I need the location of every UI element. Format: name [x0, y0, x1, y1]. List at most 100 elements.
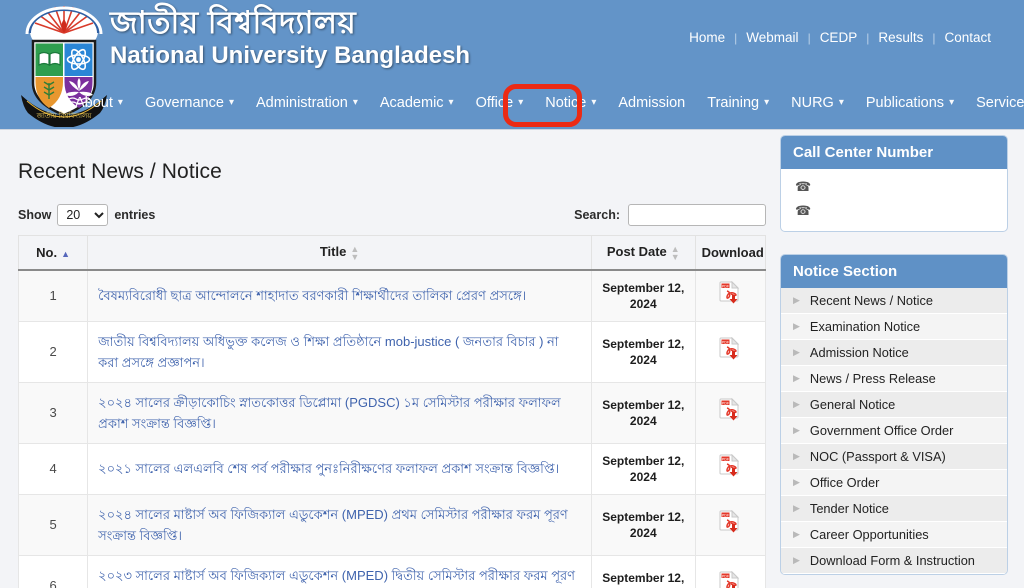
pdf-download-icon[interactable]: PDF	[719, 398, 741, 422]
nav-label: Publications	[865, 95, 945, 111]
notice-section-item[interactable]: ▶ Tender Notice	[781, 496, 1007, 522]
site-header: জাতীয় বিশ্ববিদ্যালয় জাতীয় বিশ্ববিদ্যা…	[0, 0, 1024, 130]
chevron-right-icon: ▶	[793, 451, 800, 461]
nav-item-about[interactable]: About ▾	[64, 89, 134, 117]
svg-text:PDF: PDF	[722, 457, 730, 461]
top-link-webmail[interactable]: Webmail	[737, 30, 807, 45]
row-download-cell[interactable]: PDF	[694, 442, 767, 495]
row-number: 1	[17, 269, 89, 322]
chevron-down-icon: ▾	[518, 97, 524, 108]
column-header-download[interactable]: Download	[694, 234, 767, 271]
notice-section-item[interactable]: ▶ Recent News / Notice	[781, 288, 1007, 314]
pdf-download-icon[interactable]: PDF	[719, 281, 741, 305]
svg-text:PDF: PDF	[722, 401, 730, 405]
table-controls: Show 102050100 entries Search:	[18, 204, 766, 226]
notice-table-body: 1 বৈষম্যবিরোধী ছাত্র আন্দোলনে শাহাদাত বরণ…	[17, 269, 767, 588]
notice-section-item-label: Examination Notice	[809, 319, 921, 334]
notice-section-item[interactable]: ▶ NOC (Passport & VISA)	[781, 444, 1007, 470]
notice-title-link[interactable]: ২০২৩ সালের মাষ্টার্স অব ফিজিক্যাল এডুকেশ…	[98, 568, 575, 588]
call-center-phone-row[interactable]: ☎	[781, 199, 1007, 223]
page-title: Recent News / Notice	[18, 160, 222, 183]
nav-item-administration[interactable]: Administration ▾	[245, 89, 369, 117]
row-number: 5	[17, 493, 89, 556]
right-sidebar: Call Center Number ☎ ☎ Notice Section ▶ R…	[780, 135, 1008, 588]
chevron-right-icon: ▶	[793, 295, 800, 305]
nav-label: Services	[976, 95, 1024, 111]
nav-item-governance[interactable]: Governance ▾	[134, 89, 245, 117]
pdf-download-icon[interactable]: PDF	[719, 337, 741, 361]
pdf-download-icon[interactable]: PDF	[719, 510, 741, 534]
row-download-cell[interactable]: PDF	[694, 554, 767, 588]
nav-item-nurg[interactable]: NURG ▾	[780, 89, 855, 117]
main-content-column: Recent News / Notice Show 102050100 entr…	[17, 160, 767, 588]
chevron-down-icon: ▾	[352, 97, 358, 108]
chevron-right-icon: ▶	[793, 555, 800, 565]
notice-title-link[interactable]: ২০২৪ সালের মাষ্টার্স অব ফিজিক্যাল এডুকেশ…	[98, 507, 568, 543]
row-post-date: September 12, 2024	[590, 493, 696, 556]
search-control: Search:	[574, 204, 766, 226]
row-title-cell: ২০২১ সালের এলএলবি শেষ পর্ব পরীক্ষার পুনঃ…	[87, 442, 592, 495]
notice-title-link[interactable]: ২০২১ সালের এলএলবি শেষ পর্ব পরীক্ষার পুনঃ…	[98, 461, 559, 476]
search-input[interactable]	[628, 204, 766, 226]
pdf-download-icon[interactable]: PDF	[719, 454, 741, 478]
notice-section-item[interactable]: ▶ Office Order	[781, 470, 1007, 496]
notice-section-item-label: General Notice	[809, 397, 896, 412]
row-download-cell[interactable]: PDF	[694, 320, 767, 383]
column-header-title[interactable]: Title ▲ ▼	[87, 234, 592, 271]
table-header-row: No. ▲ Title ▲ ▼ Post Date ▲ ▼ Download	[17, 234, 767, 271]
column-label: No.	[36, 244, 58, 260]
row-download-cell[interactable]: PDF	[694, 381, 767, 444]
notice-section-item[interactable]: ▶ Examination Notice	[781, 314, 1007, 340]
notice-section-item[interactable]: ▶ General Notice	[781, 392, 1007, 418]
column-header-post-date[interactable]: Post Date ▲ ▼	[590, 234, 696, 271]
notice-section-item-label: Government Office Order	[809, 423, 954, 438]
nav-label: Office	[475, 95, 514, 111]
nav-item-office[interactable]: Office ▾	[465, 89, 535, 117]
notice-title-link[interactable]: জাতীয় বিশ্ববিদ্যালয় অধিভুক্ত কলেজ ও শি…	[98, 334, 558, 370]
top-link-cedp[interactable]: CEDP	[811, 30, 867, 45]
column-label: Post Date	[606, 244, 667, 259]
row-post-date: September 12, 2024	[590, 269, 696, 322]
entries-select[interactable]: 102050100	[57, 204, 109, 226]
row-number: 3	[17, 381, 89, 444]
top-link-contact[interactable]: Contact	[935, 30, 1000, 45]
table-row: 1 বৈষম্যবিরোধী ছাত্র আন্দোলনে শাহাদাত বরণ…	[17, 269, 767, 322]
column-header-no[interactable]: No. ▲	[17, 234, 89, 271]
chevron-right-icon: ▶	[793, 373, 800, 383]
notice-title-link[interactable]: ২০২৪ সালের ক্রীড়াকোচিং স্নাতকোত্তর ডিপ্…	[98, 395, 561, 431]
page-body: Recent News / Notice Show 102050100 entr…	[0, 130, 1024, 588]
chevron-right-icon: ▶	[793, 425, 800, 435]
main-navigation: About ▾ Governance ▾ Administration ▾ Ac…	[64, 89, 1024, 117]
notice-table: No. ▲ Title ▲ ▼ Post Date ▲ ▼ Download 1 বৈষম্…	[17, 234, 767, 588]
chevron-right-icon: ▶	[793, 399, 800, 409]
notice-section-item[interactable]: ▶ Admission Notice	[781, 340, 1007, 366]
notice-section-item-label: News / Press Release	[809, 371, 936, 386]
chevron-down-icon: ▾	[228, 97, 234, 108]
brand-title-bengali: জাতীয় বিশ্ববিদ্যালয়	[110, 5, 357, 40]
table-row: 4 ২০২১ সালের এলএলবি শেষ পর্ব পরীক্ষার পুন…	[17, 442, 767, 495]
nav-item-publications[interactable]: Publications ▾	[855, 89, 965, 117]
row-title-cell: বৈষম্যবিরোধী ছাত্র আন্দোলনে শাহাদাত বরণক…	[87, 269, 592, 322]
nav-label: Academic	[379, 95, 444, 111]
nav-label: Administration	[255, 95, 348, 111]
notice-section-item[interactable]: ▶ Career Opportunities	[781, 522, 1007, 548]
notice-title-link[interactable]: বৈষম্যবিরোধী ছাত্র আন্দোলনে শাহাদাত বরণক…	[98, 288, 526, 303]
call-center-phone-row[interactable]: ☎	[781, 175, 1007, 199]
top-link-home[interactable]: Home	[680, 30, 734, 45]
nav-item-services[interactable]: Services ▾	[965, 89, 1024, 117]
top-link-results[interactable]: Results	[869, 30, 932, 45]
show-label: Show	[18, 208, 52, 222]
notice-section-item[interactable]: ▶ Government Office Order	[781, 418, 1007, 444]
notice-section-item[interactable]: ▶ Download Form & Instruction	[781, 548, 1007, 574]
pdf-download-icon[interactable]: PDF	[719, 571, 741, 588]
nav-item-notice[interactable]: Notice ▾	[534, 89, 607, 117]
row-download-cell[interactable]: PDF	[694, 269, 767, 322]
nav-item-training[interactable]: Training ▾	[696, 89, 780, 117]
nav-item-admission[interactable]: Admission	[607, 89, 696, 117]
notice-section-item[interactable]: ▶ News / Press Release	[781, 366, 1007, 392]
table-row: 3 ২০২৪ সালের ক্রীড়াকোচিং স্নাতকোত্তর ডিপ…	[17, 381, 767, 444]
nav-item-academic[interactable]: Academic ▾	[369, 89, 465, 117]
row-download-cell[interactable]: PDF	[694, 493, 767, 556]
chevron-down-icon: ▾	[591, 97, 597, 108]
notice-section-item-label: Recent News / Notice	[809, 293, 933, 308]
